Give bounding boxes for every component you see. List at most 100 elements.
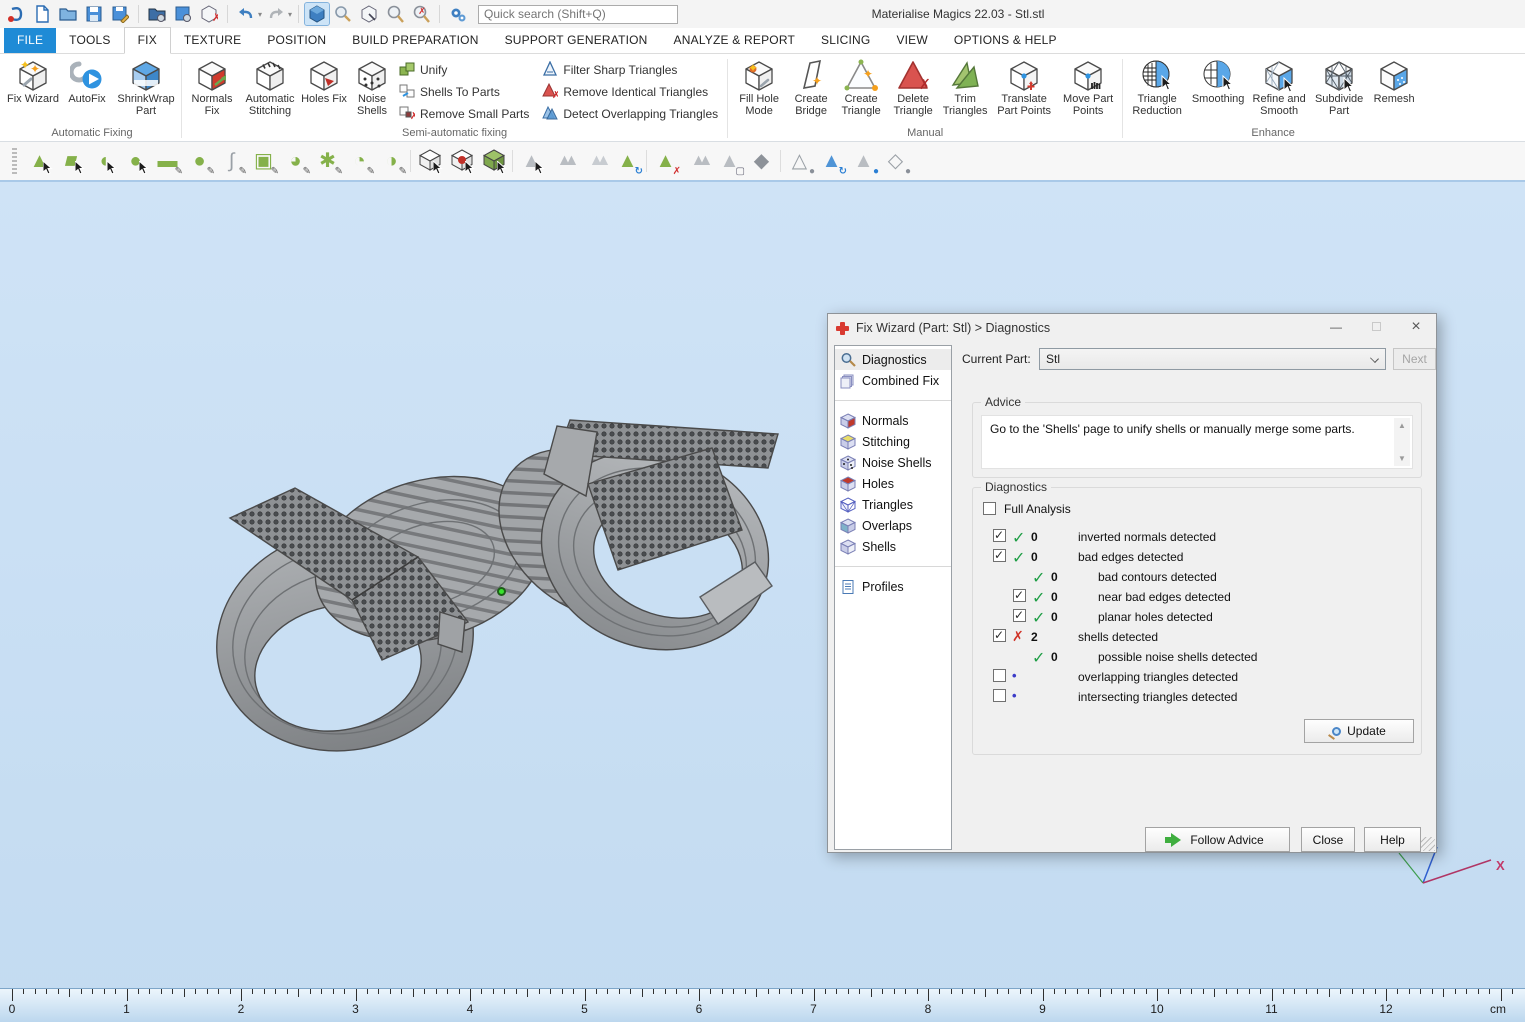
sector-mark-icon[interactable]: ◑✎ — [378, 148, 405, 175]
unmark-surface-icon[interactable]: ▲▲ — [582, 148, 609, 175]
menu-tab-file[interactable]: FILE — [4, 28, 56, 53]
window-mark-icon[interactable]: ▣✎ — [250, 148, 277, 175]
translate-points-button[interactable]: Translate Part Points — [991, 56, 1057, 117]
diagnostic-checkbox[interactable] — [1013, 609, 1026, 622]
follow-advice-button[interactable]: Follow Advice — [1145, 827, 1290, 852]
mark-triangle-icon[interactable]: ▲ — [26, 148, 53, 175]
curve-mark-icon[interactable]: ∫✎ — [218, 148, 245, 175]
create-triangle-button[interactable]: ✦Create Triangle — [835, 56, 887, 117]
smoothing-button[interactable]: Smoothing — [1188, 56, 1248, 105]
advice-scrollbar[interactable]: ▲ ▼ — [1394, 418, 1410, 466]
wizard-page-shells[interactable]: Shells — [835, 536, 951, 557]
unzoom-part-icon[interactable] — [357, 3, 381, 25]
mark-plane-icon[interactable]: ■ — [58, 148, 85, 175]
unmark-shells-icon[interactable]: ▲▲ — [684, 148, 711, 175]
zoom-out-icon[interactable]: ✗ — [409, 3, 433, 25]
wizard-page-noise-shells[interactable]: Noise Shells — [835, 452, 951, 473]
settings-icon[interactable] — [446, 3, 470, 25]
diagnostic-checkbox[interactable] — [993, 549, 1006, 562]
plane-marked-icon[interactable]: ◇● — [882, 148, 909, 175]
mark-surface-icon[interactable]: ◖ — [90, 148, 117, 175]
dialog-resize-grip[interactable] — [1421, 837, 1435, 851]
menu-tab-fix[interactable]: FIX — [124, 27, 171, 54]
dropdown-caret-icon[interactable]: ▾ — [258, 10, 262, 19]
trim-triangles-button[interactable]: Trim Triangles — [939, 56, 991, 117]
next-button[interactable]: Next — [1393, 348, 1436, 370]
circle-mark-icon[interactable]: ◔✎ — [346, 148, 373, 175]
dialog-close-icon[interactable]: × — [1396, 314, 1436, 342]
app-logo-icon[interactable] — [4, 3, 28, 25]
wizard-page-diagnostics[interactable]: Diagnostics — [835, 349, 951, 370]
wizard-page-combined-fix[interactable]: Combined Fix — [835, 370, 951, 391]
fill-hole-button[interactable]: ✦Fill Hole Mode — [731, 56, 787, 117]
wizard-page-holes[interactable]: Holes — [835, 473, 951, 494]
close-button[interactable]: Close — [1301, 827, 1355, 852]
zoom-selection-icon[interactable] — [331, 3, 355, 25]
help-button[interactable]: Help — [1364, 827, 1421, 852]
menu-tab-texture[interactable]: TEXTURE — [171, 28, 254, 53]
menu-tab-analyze-report[interactable]: ANALYZE & REPORT — [661, 28, 808, 53]
scroll-down-icon[interactable]: ▼ — [1394, 451, 1410, 466]
wizard-page-profiles[interactable]: Profiles — [835, 576, 951, 597]
diagnostic-checkbox[interactable] — [993, 689, 1006, 702]
zoom-in-icon[interactable] — [383, 3, 407, 25]
autofix-button[interactable]: AutoFix — [60, 56, 114, 105]
diagnostic-checkbox[interactable] — [1013, 589, 1026, 602]
dialog-maximize-button[interactable] — [1356, 314, 1396, 342]
dialog-minimize-button[interactable]: — — [1316, 314, 1356, 342]
shells-to-parts-button[interactable]: Shells To Parts — [397, 81, 535, 103]
save-icon[interactable] — [82, 3, 106, 25]
shade-marked-icon[interactable]: ◆ — [748, 148, 775, 175]
refine-smooth-button[interactable]: Refine and Smooth — [1248, 56, 1310, 117]
point-marked-icon[interactable]: ▲● — [850, 148, 877, 175]
unify-button[interactable]: Unify — [397, 59, 535, 81]
menu-tab-build-preparation[interactable]: BUILD PREPARATION — [339, 28, 491, 53]
update-button[interactable]: Update — [1304, 719, 1414, 743]
filter-sharp-button[interactable]: Filter Sharp Triangles — [540, 59, 724, 81]
mark-all-icon[interactable] — [480, 148, 507, 175]
dropdown-caret-icon[interactable]: ▾ — [288, 10, 292, 19]
diagnostic-checkbox[interactable] — [993, 669, 1006, 682]
mark-shell-icon[interactable]: ● — [122, 148, 149, 175]
delete-marked-icon[interactable]: ▲✗ — [652, 148, 679, 175]
detect-overlapping-button[interactable]: Detect Overlapping Triangles — [540, 103, 724, 125]
move-points-button[interactable]: Move Part Points — [1057, 56, 1119, 117]
wizard-page-overlaps[interactable]: Overlaps — [835, 515, 951, 536]
redo-icon[interactable] — [264, 3, 288, 25]
delete-triangle-button[interactable]: ✗Delete Triangle — [887, 56, 939, 117]
subdivide-button[interactable]: Subdivide Part — [1310, 56, 1368, 117]
diagnostic-checkbox[interactable] — [993, 529, 1006, 542]
menu-tab-position[interactable]: POSITION — [254, 28, 339, 53]
wizard-page-stitching[interactable]: Stitching — [835, 431, 951, 452]
triangle-reduction-button[interactable]: Triangle Reduction — [1126, 56, 1188, 117]
fix-wizard-button[interactable]: ✦✦Fix Wizard — [6, 56, 60, 105]
diagnostic-checkbox[interactable] — [993, 629, 1006, 642]
scroll-up-icon[interactable]: ▲ — [1394, 418, 1410, 433]
invert-marked-icon[interactable]: ▲↻ — [614, 148, 641, 175]
holes-fix-button[interactable]: Holes Fix — [301, 56, 347, 105]
menu-tab-tools[interactable]: TOOLS — [56, 28, 123, 53]
remove-small-parts-button[interactable]: ✗Remove Small Parts — [397, 103, 535, 125]
remesh-button[interactable]: Remesh — [1368, 56, 1420, 105]
zoom-to-part-icon[interactable] — [305, 3, 329, 25]
remove-part-icon[interactable]: ✗ — [197, 3, 221, 25]
export-part-icon[interactable] — [171, 3, 195, 25]
wizard-page-triangles[interactable]: Triangles — [835, 494, 951, 515]
star-mark-icon[interactable]: ✱✎ — [314, 148, 341, 175]
mark-through-icon[interactable] — [448, 148, 475, 175]
current-part-dropdown[interactable]: Stl — [1039, 348, 1386, 370]
new-scene-icon[interactable] — [30, 3, 54, 25]
undo-icon[interactable] — [234, 3, 258, 25]
quick-search-input[interactable] — [478, 5, 678, 24]
brush-mark-icon[interactable]: ◕✎ — [282, 148, 309, 175]
import-part-icon[interactable] — [145, 3, 169, 25]
normals-fix-button[interactable]: Normals Fix — [185, 56, 239, 117]
toolbar-drag-handle[interactable] — [12, 148, 17, 174]
grow-marked-icon[interactable]: △● — [786, 148, 813, 175]
open-file-icon[interactable] — [56, 3, 80, 25]
menu-tab-view[interactable]: VIEW — [883, 28, 940, 53]
remove-identical-button[interactable]: ✗Remove Identical Triangles — [540, 81, 724, 103]
full-analysis-checkbox[interactable] — [983, 502, 996, 515]
wizard-page-normals[interactable]: Normals — [835, 410, 951, 431]
free-form-mark-icon[interactable]: ●✎ — [186, 148, 213, 175]
